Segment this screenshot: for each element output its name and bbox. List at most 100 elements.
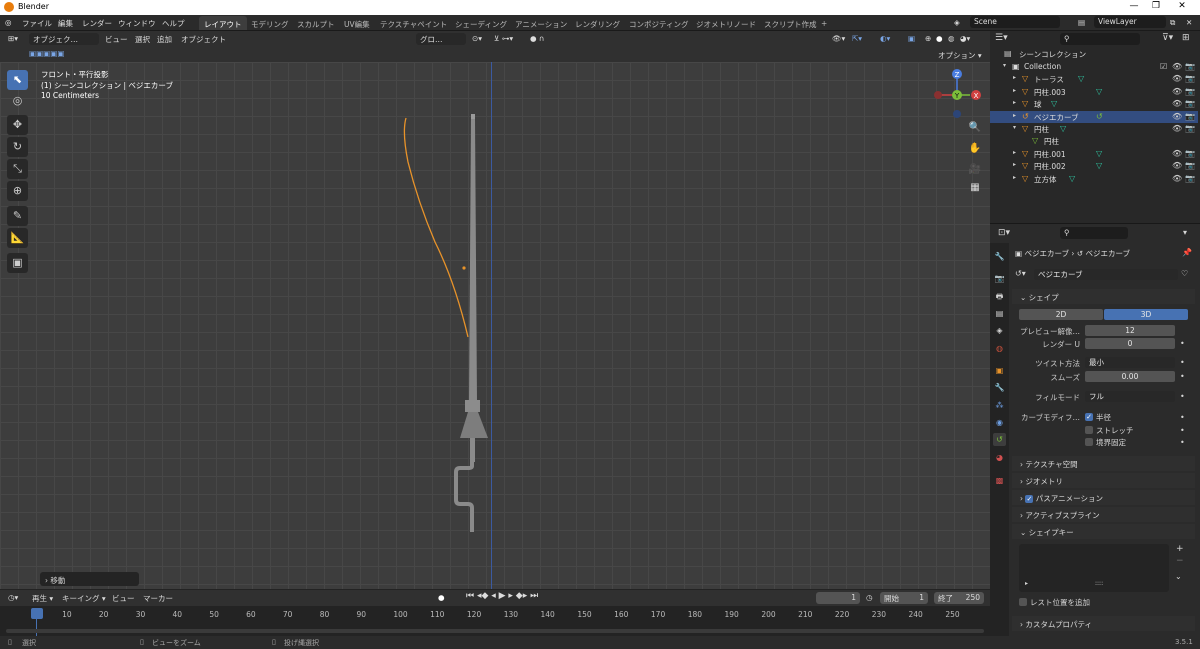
last-operator-panel[interactable]: › 移動	[40, 572, 139, 586]
add-cube-tool-icon[interactable]: ▣	[7, 253, 28, 273]
visibility-icon[interactable]: 👁▾	[832, 34, 845, 43]
keyframe-dot-icon[interactable]: •	[1180, 392, 1185, 401]
add-shapekey-icon[interactable]: +	[1176, 544, 1184, 554]
list-expand-icon[interactable]: ▸	[1025, 580, 1028, 587]
render-camera-icon[interactable]: 📷	[1185, 112, 1195, 121]
keyframe-dot-icon[interactable]: •	[1180, 438, 1185, 447]
expand-arrow-icon[interactable]: ▸	[1013, 87, 1016, 94]
dimension-3d-button[interactable]: 3D	[1104, 309, 1188, 320]
expand-arrow-icon[interactable]: ▸	[1013, 74, 1016, 81]
pivot-icon[interactable]: ⊙▾	[472, 34, 482, 43]
maximize-icon[interactable]: ❐	[1146, 1, 1166, 11]
world-tab-icon[interactable]: ◍	[993, 342, 1006, 355]
rotate-tool-icon[interactable]: ↻	[7, 137, 28, 157]
add-workspace-button[interactable]: +	[816, 16, 832, 30]
keyframe-dot-icon[interactable]: •	[1180, 358, 1185, 367]
render-camera-icon[interactable]: 📷	[1185, 124, 1195, 133]
workspace-tab-geonodes[interactable]: ジオメトリノード	[691, 16, 761, 30]
smooth-field[interactable]: 0.00	[1085, 371, 1175, 382]
copy-viewlayer-icon[interactable]: ⧉	[1170, 18, 1175, 28]
rest-position-checkbox[interactable]	[1019, 598, 1027, 606]
playhead[interactable]	[31, 608, 43, 619]
visibility-eye-icon[interactable]: 👁	[1172, 124, 1182, 133]
radius-checkbox[interactable]: ✓	[1085, 413, 1093, 421]
keyframe-dot-icon[interactable]: •	[1180, 339, 1185, 348]
scale-tool-icon[interactable]: ⤡	[7, 159, 28, 179]
curve-data-tab-icon[interactable]: ↺	[993, 433, 1006, 446]
end-frame-field[interactable]: 終了 250	[934, 592, 984, 604]
transform-orientation[interactable]: グロ…	[416, 33, 466, 45]
scene-geometry[interactable]	[0, 62, 990, 589]
remove-viewlayer-icon[interactable]: ✕	[1186, 18, 1192, 27]
render-camera-icon[interactable]: 📷	[1185, 161, 1195, 170]
shading-solid-icon[interactable]: ●	[936, 34, 943, 43]
select-tool-icon[interactable]: ⬉	[7, 70, 28, 90]
editor-type-icon[interactable]: ⊞▾	[8, 34, 18, 43]
cursor-tool-icon[interactable]: ◎	[7, 91, 28, 111]
workspace-tab-uv[interactable]: UV編集	[339, 16, 375, 30]
gizmo-toggle-icon[interactable]: ⇱▾	[852, 34, 862, 43]
mesh-data-icon[interactable]: ▽	[1096, 149, 1102, 158]
panel-activespline-header[interactable]: › アクティブスプライン	[1012, 507, 1195, 522]
physics-tab-icon[interactable]: ◉	[993, 416, 1006, 429]
zoom-view-icon[interactable]: 🔍	[966, 119, 984, 137]
panel-pathanim-header[interactable]: › ✓ パスアニメーション	[1012, 490, 1195, 505]
snap-icon[interactable]: ⊻ ⊶▾	[494, 34, 513, 43]
panel-custom-header[interactable]: › カスタムプロパティ	[1012, 616, 1195, 631]
object-tab-icon[interactable]: ▣	[993, 364, 1006, 377]
mesh-data-icon[interactable]: ▽	[1096, 161, 1102, 170]
menu-select[interactable]: 選択	[135, 34, 150, 45]
move-tool-icon[interactable]: ✥	[7, 115, 28, 135]
keyframe-dot-icon[interactable]: •	[1180, 426, 1185, 435]
overlay-toggle-icon[interactable]: ◐▾	[880, 34, 890, 43]
timeline-scrollbar[interactable]	[6, 629, 984, 633]
fill-mode-dropdown[interactable]: フル	[1085, 391, 1175, 402]
outliner-item[interactable]: ▸ ▽ 立方体 ▽ 👁 📷	[990, 173, 1198, 185]
pathanim-checkbox[interactable]: ✓	[1025, 495, 1034, 503]
outliner-item[interactable]: ▽ 円柱	[990, 135, 1198, 147]
panel-shapekeys-header[interactable]: ⌄ シェイプキー	[1012, 524, 1195, 539]
keyframe-dot-icon[interactable]: •	[1180, 372, 1185, 381]
output-tab-icon[interactable]: 🖶	[993, 290, 1006, 303]
minimize-icon[interactable]: —	[1124, 1, 1144, 11]
mode-selector[interactable]: オブジェク…	[29, 33, 99, 45]
outliner-item[interactable]: ▸ ▽ 円柱.002 ▽ 👁 📷	[990, 160, 1198, 172]
expand-arrow-icon[interactable]: ▾	[1013, 124, 1016, 131]
panel-texspace-header[interactable]: › テクスチャ空間	[1012, 456, 1195, 471]
workspace-tab-animation[interactable]: アニメーション	[510, 16, 572, 30]
3d-viewport[interactable]: ⬉ ◎ ✥ ↻ ⤡ ⊕ ✎ 📐 ▣ フロント・平行投影 (1) シーンコレクショ…	[0, 62, 990, 589]
outliner-item[interactable]: ▸ ▽ 円柱.003 ▽ 👁 📷	[990, 86, 1198, 98]
bounds-clamp-checkbox[interactable]	[1085, 438, 1093, 446]
outliner-item[interactable]: ▾ ▽ 円柱 ▽ 👁 📷	[990, 123, 1198, 135]
shading-wire-icon[interactable]: ⊕	[925, 34, 931, 43]
auto-keying-icon[interactable]: ◷	[866, 593, 873, 602]
expand-arrow-icon[interactable]: ▸	[1013, 149, 1016, 156]
visibility-eye-icon[interactable]: 👁	[1172, 174, 1182, 183]
remove-shapekey-icon[interactable]: −	[1176, 556, 1184, 566]
render-camera-icon[interactable]: 📷	[1185, 74, 1195, 83]
xray-icon[interactable]: ▣	[908, 34, 915, 43]
render-camera-icon[interactable]: 📷	[1185, 62, 1195, 71]
render-camera-icon[interactable]: 📷	[1185, 87, 1195, 96]
outliner-root[interactable]: ▤ シーンコレクション	[990, 48, 1198, 60]
menu-playback[interactable]: 再生 ▾	[32, 593, 53, 604]
curve-data-icon[interactable]: ↺	[1096, 112, 1103, 121]
menu-marker[interactable]: マーカー	[143, 593, 173, 604]
menu-view[interactable]: ビュー	[105, 34, 128, 45]
workspace-tab-texpaint[interactable]: テクスチャペイント	[375, 16, 452, 30]
mesh-data-icon[interactable]: ▽	[1051, 99, 1057, 108]
pin-icon[interactable]: 📌	[1182, 248, 1192, 257]
close-icon[interactable]: ✕	[1172, 1, 1192, 11]
expand-arrow-icon[interactable]: ▸	[1013, 161, 1016, 168]
panel-geometry-header[interactable]: › ジオメトリ	[1012, 473, 1195, 488]
options-menu[interactable]: オプション ▾	[938, 50, 982, 61]
stretch-checkbox[interactable]	[1085, 426, 1093, 434]
expand-arrow-icon[interactable]: ▸	[1013, 174, 1016, 181]
bezier-curve[interactable]	[403, 117, 469, 338]
menu-file[interactable]: ファイル	[22, 18, 52, 29]
panel-shape-header[interactable]: ⌄ シェイプ	[1012, 289, 1195, 304]
menu-keying[interactable]: キーイング ▾	[62, 593, 106, 604]
workspace-tab-layout[interactable]: レイアウト	[199, 16, 247, 30]
outliner-item[interactable]: ▸ ↺ ベジエカーブ ↺ 👁 📷	[990, 110, 1198, 123]
viewlayer-selector[interactable]: ViewLayer	[1094, 16, 1166, 28]
